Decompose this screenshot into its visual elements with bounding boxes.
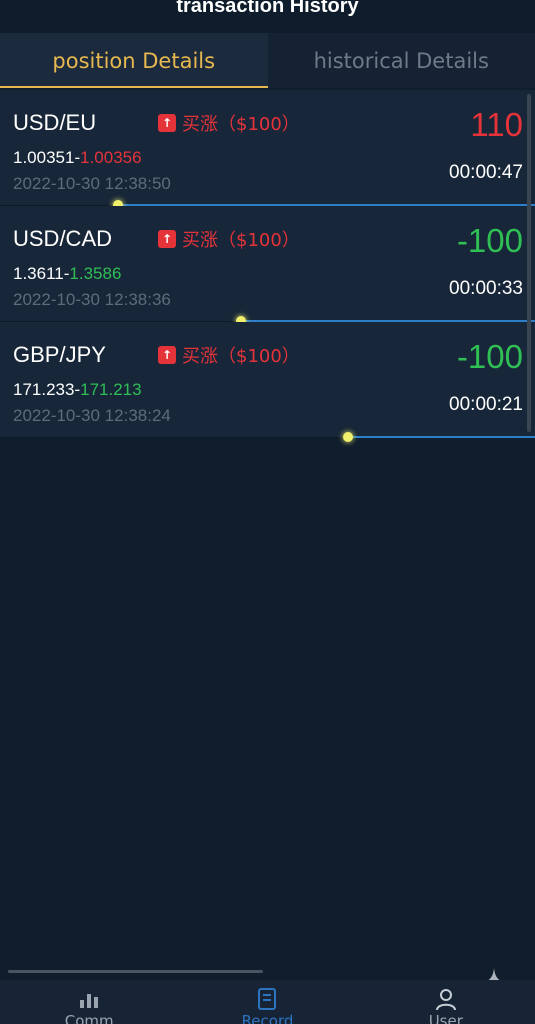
currency-pair: USD/EU xyxy=(13,110,97,135)
app-header: transaction History xyxy=(0,0,535,32)
nav-label: Record xyxy=(241,1012,294,1024)
chart-icon xyxy=(76,986,102,1012)
horizontal-scrollbar[interactable] xyxy=(8,970,263,973)
direction-badge: ↑ 买涨（$100） xyxy=(158,110,300,136)
direction-label: 买涨（$100） xyxy=(182,230,300,251)
countdown-timer: 00:00:47 xyxy=(449,162,523,183)
bottom-navigation: Comm Record User xyxy=(0,980,535,1024)
user-icon xyxy=(433,986,459,1012)
close-price: 1.00356 xyxy=(80,148,142,167)
currency-pair: USD/CAD xyxy=(13,226,113,251)
price-range: 171.233-171.213 xyxy=(13,380,142,399)
position-row[interactable]: GBP/JPY ↑ 买涨（$100） 171.233-171.213 2022-… xyxy=(0,322,535,442)
open-timestamp: 2022-10-30 12:38:24 xyxy=(13,406,171,425)
profit-loss: 110 xyxy=(470,106,523,143)
direction-badge: ↑ 买涨（$100） xyxy=(158,226,300,252)
nav-label: Comm xyxy=(64,1012,114,1024)
nav-record[interactable]: Record xyxy=(207,986,327,1024)
price-range: 1.3611-1.3586 xyxy=(13,264,122,283)
direction-label: 买涨（$100） xyxy=(182,114,300,135)
open-timestamp: 2022-10-30 12:38:36 xyxy=(13,290,171,309)
position-row[interactable]: USD/CAD ↑ 买涨（$100） 1.3611-1.3586 2022-10… xyxy=(0,206,535,326)
progress-indicator xyxy=(343,432,353,442)
direction-label: 买涨（$100） xyxy=(182,346,300,367)
document-icon xyxy=(254,986,280,1012)
arrow-up-icon: ↑ xyxy=(158,230,176,248)
nav-label: User xyxy=(428,1012,463,1024)
price-range: 1.00351-1.00356 xyxy=(13,148,142,167)
page-title: transaction History xyxy=(176,0,359,17)
direction-badge: ↑ 买涨（$100） xyxy=(158,342,300,368)
tab-position-details[interactable]: position Details xyxy=(0,33,268,88)
close-price: 171.213 xyxy=(80,380,142,399)
close-price: 1.3586 xyxy=(69,264,122,283)
open-price: 171.233 xyxy=(13,380,75,399)
positions-list: USD/EU ↑ 买涨（$100） 1.00351-1.00356 2022-1… xyxy=(0,90,535,442)
arrow-up-icon: ↑ xyxy=(158,114,176,132)
vertical-scrollbar[interactable] xyxy=(527,94,531,432)
nav-user[interactable]: User xyxy=(386,986,506,1024)
arrow-up-icon: ↑ xyxy=(158,346,176,364)
nav-comm[interactable]: Comm xyxy=(29,986,149,1024)
tab-bar: position Details historical Details xyxy=(0,33,535,88)
open-price: 1.00351 xyxy=(13,148,75,167)
tab-historical-details[interactable]: historical Details xyxy=(267,33,535,88)
progress-bar xyxy=(348,436,535,438)
open-timestamp: 2022-10-30 12:38:50 xyxy=(13,174,171,193)
open-price: 1.3611 xyxy=(13,264,64,283)
countdown-timer: 00:00:33 xyxy=(449,278,523,299)
profit-loss: -100 xyxy=(456,222,523,259)
profit-loss: -100 xyxy=(456,338,523,375)
position-row[interactable]: USD/EU ↑ 买涨（$100） 1.00351-1.00356 2022-1… xyxy=(0,90,535,210)
currency-pair: GBP/JPY xyxy=(13,342,106,367)
countdown-timer: 00:00:21 xyxy=(449,394,523,415)
